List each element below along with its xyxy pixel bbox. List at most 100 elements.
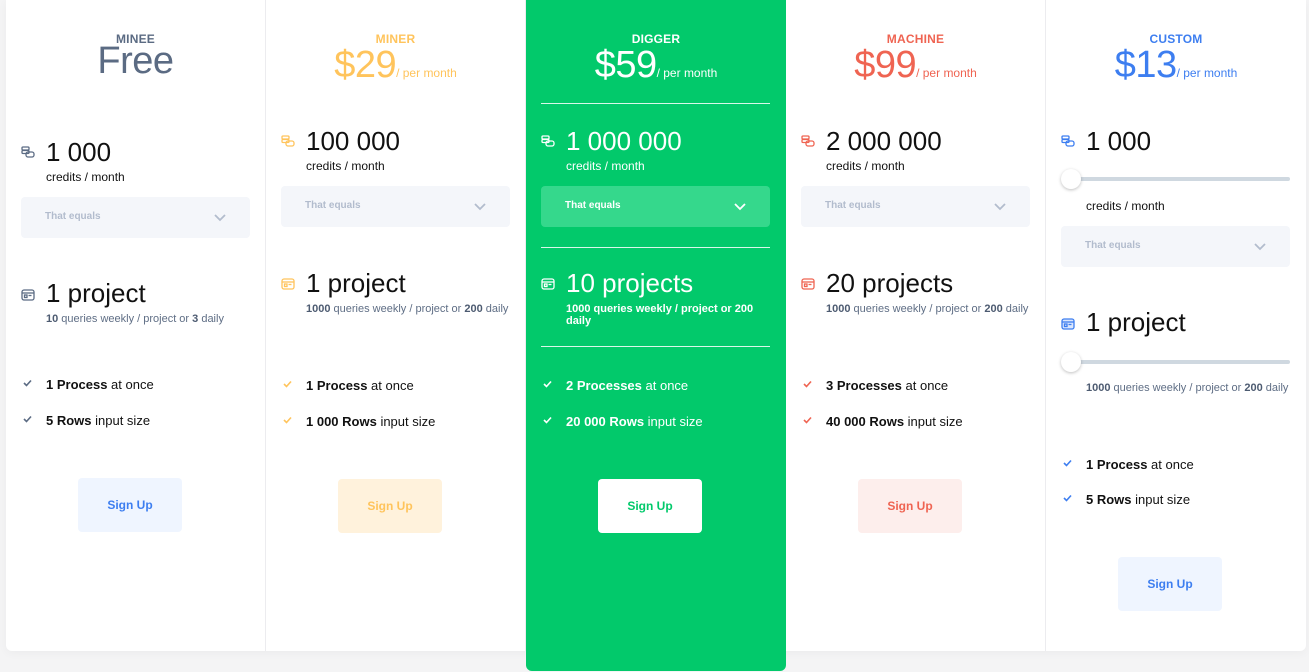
plan-price: $29 bbox=[334, 44, 397, 86]
pricing-table: MINEE Free 1 000 credits / month That eq… bbox=[6, 0, 1306, 671]
sign-up-button[interactable]: Sign Up bbox=[598, 479, 702, 533]
price-period: / per month bbox=[1176, 66, 1238, 80]
plan-price: $59 bbox=[594, 44, 657, 86]
check-icon bbox=[283, 416, 292, 424]
queries-weekly: 1000 bbox=[306, 303, 331, 315]
credits-unit: credits / month bbox=[46, 170, 125, 184]
chevron-down-icon bbox=[994, 203, 1006, 211]
coins-icon bbox=[1061, 135, 1075, 147]
feature-item: 2 Processes at once bbox=[541, 378, 771, 394]
plan-card-custom: CUSTOM $13/ per month 1 000 credits / mo… bbox=[1046, 0, 1306, 651]
queries-weekly: 1000 bbox=[1086, 382, 1111, 394]
sign-up-button[interactable]: Sign Up bbox=[858, 479, 962, 533]
check-icon bbox=[803, 416, 812, 424]
check-icon bbox=[543, 380, 552, 388]
projects-slider[interactable] bbox=[1061, 352, 1290, 372]
that-equals-dropdown[interactable]: That equals bbox=[1061, 226, 1290, 267]
projects-value: 20 projects bbox=[826, 268, 954, 298]
queries-weekly: 10 bbox=[46, 313, 59, 325]
that-equals-dropdown[interactable]: That equals bbox=[281, 186, 510, 227]
queries-description: 1000 queries weekly / project or 200 dai… bbox=[826, 303, 1036, 315]
that-equals-dropdown[interactable]: That equals bbox=[21, 197, 250, 238]
queries-description: 1000 queries weekly / project or 200 dai… bbox=[566, 303, 776, 327]
price-row: $99/ per month bbox=[786, 44, 1045, 87]
credits-stat: 1 000 000 credits / month bbox=[541, 126, 776, 176]
feature-text: 1 Process at once bbox=[46, 377, 154, 392]
divider bbox=[541, 346, 770, 347]
feature-text: 5 Rows input size bbox=[46, 413, 151, 428]
queries-description: 1000 queries weekly / project or 200 dai… bbox=[306, 303, 516, 315]
sign-up-button[interactable]: Sign Up bbox=[1118, 557, 1222, 611]
queries-description: 10 queries weekly / project or 3 daily bbox=[46, 313, 256, 325]
feature-text: 20 000 Rows input size bbox=[566, 414, 703, 429]
queries-text: queries weekly / project or bbox=[590, 303, 735, 315]
feature-item: 1 Process at once bbox=[21, 377, 251, 393]
coins-icon bbox=[801, 135, 815, 147]
queries-description: 1000 queries weekly / project or 200 dai… bbox=[1086, 382, 1296, 394]
queries-text: daily bbox=[566, 315, 592, 327]
that-equals-dropdown[interactable]: That equals bbox=[801, 186, 1030, 227]
sign-up-button[interactable]: Sign Up bbox=[78, 478, 182, 532]
queries-text: daily bbox=[1002, 303, 1029, 315]
queries-weekly: 1000 bbox=[566, 303, 591, 315]
check-icon bbox=[803, 380, 812, 388]
plan-price: $99 bbox=[854, 44, 917, 86]
projects-stat: 1 project 10 queries weekly / project or… bbox=[21, 278, 256, 330]
slider-handle[interactable] bbox=[1061, 352, 1081, 372]
feature-text: 1 Process at once bbox=[306, 378, 414, 393]
credits-stat: 100 000 credits / month bbox=[281, 126, 516, 176]
projects-value: 10 projects bbox=[566, 268, 694, 298]
credits-stat: 2 000 000 credits / month bbox=[801, 126, 1036, 176]
plan-card-miner: MINER $29/ per month 100 000 credits / m… bbox=[266, 0, 526, 651]
projects-stat: 10 projects 1000 queries weekly / projec… bbox=[541, 268, 776, 330]
queries-weekly: 1000 bbox=[826, 303, 851, 315]
credits-slider[interactable] bbox=[1061, 169, 1290, 189]
dropdown-label: That equals bbox=[45, 211, 101, 222]
feature-item: 1 Process at once bbox=[1061, 457, 1291, 473]
price-row: Free bbox=[6, 40, 265, 83]
projects-stat: 1 project 1000 queries weekly / project … bbox=[281, 268, 516, 330]
feature-item: 20 000 Rows input size bbox=[541, 414, 771, 430]
card-icon bbox=[21, 289, 35, 301]
queries-text: queries weekly / project or bbox=[330, 303, 465, 315]
feature-item: 3 Processes at once bbox=[801, 378, 1031, 394]
credits-value: 1 000 000 bbox=[566, 126, 682, 156]
chevron-down-icon bbox=[474, 203, 486, 211]
queries-daily: 200 bbox=[1244, 382, 1263, 394]
check-icon bbox=[23, 415, 32, 423]
price-period: / per month bbox=[396, 66, 457, 80]
divider bbox=[541, 247, 770, 248]
check-icon bbox=[543, 416, 552, 424]
plan-card-machine: MACHINE $99/ per month 2 000 000 credits… bbox=[786, 0, 1046, 651]
coins-icon bbox=[281, 135, 295, 147]
slider-track bbox=[1071, 360, 1290, 364]
credits-unit: credits / month bbox=[566, 159, 645, 173]
credits-value: 2 000 000 bbox=[826, 126, 942, 156]
slider-handle[interactable] bbox=[1061, 169, 1081, 189]
price-period: / per month bbox=[656, 66, 718, 80]
feature-item: 5 Rows input size bbox=[21, 413, 251, 429]
chevron-down-icon bbox=[734, 203, 746, 211]
projects-value: 1 project bbox=[46, 278, 146, 308]
feature-item: 1 000 Rows input size bbox=[281, 414, 511, 430]
feature-item: 1 Process at once bbox=[281, 378, 511, 394]
divider bbox=[541, 103, 770, 104]
plan-price: $13 bbox=[1114, 44, 1177, 86]
chevron-down-icon bbox=[214, 214, 226, 222]
projects-stat: 20 projects 1000 queries weekly / projec… bbox=[801, 268, 1036, 330]
that-equals-dropdown[interactable]: That equals bbox=[541, 186, 770, 227]
price-period: / per month bbox=[916, 66, 977, 80]
feature-text: 5 Rows input size bbox=[1086, 492, 1191, 507]
feature-text: 1 Process at once bbox=[1086, 457, 1194, 472]
credits-stat: 1 000 credits / month bbox=[21, 137, 256, 187]
credits-value: 1 000 bbox=[1086, 126, 1152, 156]
credits-value: 1 000 bbox=[46, 137, 112, 167]
sign-up-button[interactable]: Sign Up bbox=[338, 479, 442, 533]
dropdown-label: That equals bbox=[1085, 240, 1141, 251]
queries-text: queries weekly / project or bbox=[850, 303, 985, 315]
card-icon bbox=[281, 278, 295, 290]
coins-icon bbox=[21, 146, 35, 158]
credits-unit: credits / month bbox=[306, 159, 385, 173]
credits-unit: credits / month bbox=[826, 159, 905, 173]
slider-track bbox=[1071, 177, 1290, 181]
